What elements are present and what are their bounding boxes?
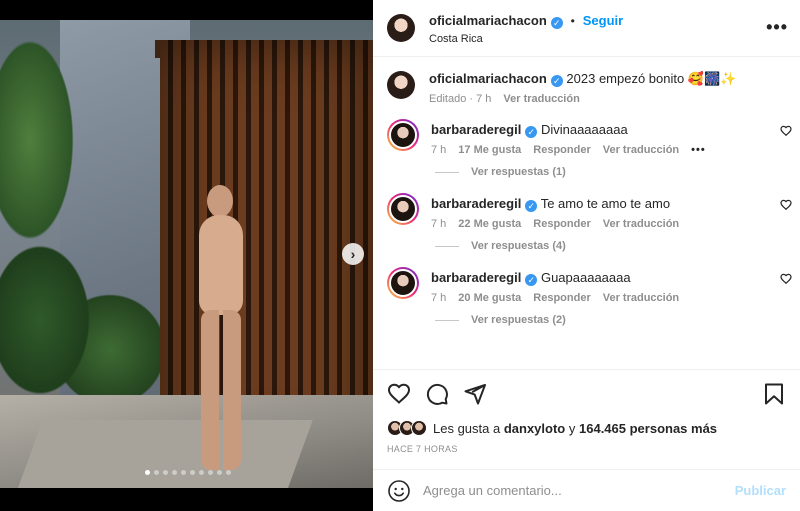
comments-section[interactable]: oficialmariachacon ✓ 2023 empezó bonito 🥰… [373, 57, 800, 369]
caption-username[interactable]: oficialmariachacon [429, 71, 547, 86]
reply-button[interactable]: Responder [533, 218, 590, 230]
liker-avatars [387, 420, 427, 436]
commenter-username[interactable]: barbaraderegil [431, 122, 521, 137]
follow-button[interactable]: Seguir [583, 13, 623, 28]
verified-badge-icon: ✓ [525, 126, 538, 138]
comment-thread: barbaraderegil ✓ Guapaaaaaaaa 7 h 20 Me g… [373, 267, 800, 326]
post-side-panel: oficialmariachacon ✓ • Seguir Costa Rica … [373, 0, 800, 511]
caption-author-avatar[interactable] [387, 71, 415, 99]
comment-likes[interactable]: 17 Me gusta [458, 144, 521, 156]
view-replies-button[interactable]: Ver respuestas (4) [373, 240, 800, 252]
comment-time[interactable]: 7 h [431, 218, 446, 230]
comment-translate-link[interactable]: Ver traducción [603, 292, 679, 304]
commenter-username[interactable]: barbaraderegil [431, 196, 521, 211]
comment-text: Te amo te amo te amo [540, 196, 671, 211]
comment-text: Divinaaaaaaaa [540, 122, 628, 137]
likes-connector: y [568, 420, 576, 436]
caption-edited-label: Editado [429, 93, 467, 105]
post-photo[interactable] [0, 20, 373, 488]
carousel-dot [154, 470, 159, 475]
photo-stone-slab [17, 420, 313, 488]
post-location[interactable]: Costa Rica [429, 33, 623, 45]
comment-item: barbaraderegil ✓ Guapaaaaaaaa 7 h 20 Me g… [373, 267, 800, 304]
carousel-dot [199, 470, 204, 475]
publish-button[interactable]: Publicar [735, 483, 786, 498]
smiley-icon[interactable] [387, 479, 411, 503]
view-replies-label: Ver respuestas (1) [471, 166, 566, 178]
comment-icon[interactable] [425, 382, 449, 406]
comment-thread: barbaraderegil ✓ Divinaaaaaaaa 7 h 17 Me … [373, 119, 800, 178]
reply-button[interactable]: Responder [533, 144, 590, 156]
chevron-right-icon: › [350, 246, 356, 262]
heart-icon[interactable] [387, 382, 411, 406]
comment-item: barbaraderegil ✓ Te amo te amo te amo 7 h… [373, 193, 800, 230]
comment-time[interactable]: 7 h [431, 292, 446, 304]
likes-others[interactable]: 164.465 personas más [579, 421, 717, 436]
reply-button[interactable]: Responder [533, 292, 590, 304]
replies-divider [435, 171, 459, 173]
carousel-dot [145, 470, 150, 475]
commenter-avatar[interactable] [387, 119, 419, 151]
commenter-avatar[interactable] [387, 193, 419, 225]
view-replies-label: Ver respuestas (2) [471, 314, 566, 326]
author-meta: oficialmariachacon ✓ • Seguir Costa Rica [429, 12, 623, 45]
view-replies-label: Ver respuestas (4) [471, 240, 566, 252]
commenter-avatar[interactable] [387, 267, 419, 299]
carousel-dot [172, 470, 177, 475]
post-timestamp[interactable]: HACE 7 HORAS [387, 444, 786, 454]
photo-person [185, 183, 265, 485]
comment-time[interactable]: 7 h [431, 144, 446, 156]
carousel-dot [217, 470, 222, 475]
verified-badge-icon: ✓ [525, 274, 538, 286]
likes-prefix: Les gusta a [433, 420, 501, 436]
carousel-dot [163, 470, 168, 475]
view-replies-button[interactable]: Ver respuestas (2) [373, 314, 800, 326]
comment-like-heart-icon[interactable] [780, 125, 792, 140]
likes-summary[interactable]: Les gusta a danxyloto y 164.465 personas… [387, 420, 786, 436]
separator-dot: • [570, 13, 575, 28]
comment-likes[interactable]: 20 Me gusta [458, 292, 521, 304]
comment-likes[interactable]: 22 Me gusta [458, 218, 521, 230]
author-avatar[interactable] [387, 14, 415, 42]
post-media: › [0, 0, 373, 511]
comment-translate-link[interactable]: Ver traducción [603, 144, 679, 156]
bookmark-icon[interactable] [762, 382, 786, 406]
verified-badge-icon: ✓ [550, 16, 563, 29]
commenter-username[interactable]: barbaraderegil [431, 270, 521, 285]
replies-divider [435, 245, 459, 247]
comment-input[interactable] [423, 483, 735, 498]
carousel-dot [208, 470, 213, 475]
verified-badge-icon: ✓ [550, 75, 563, 87]
comment-like-heart-icon[interactable] [780, 273, 792, 288]
more-horizontal-icon[interactable]: ••• [766, 17, 788, 38]
post-header: oficialmariachacon ✓ • Seguir Costa Rica … [373, 0, 800, 57]
replies-divider [435, 319, 459, 321]
add-comment-bar: Publicar [373, 469, 800, 511]
comment-translate-link[interactable]: Ver traducción [603, 218, 679, 230]
likes-user[interactable]: danxyloto [504, 421, 565, 436]
comment-thread: barbaraderegil ✓ Te amo te amo te amo 7 h… [373, 193, 800, 252]
carousel-next-button[interactable]: › [342, 243, 364, 265]
caption-translate-link[interactable]: Ver traducción [503, 93, 579, 105]
carousel-dot [190, 470, 195, 475]
caption-text: 2023 empezó bonito 🥰🎆✨ [566, 71, 737, 86]
view-replies-button[interactable]: Ver respuestas (1) [373, 166, 800, 178]
post-caption: oficialmariachacon ✓ 2023 empezó bonito 🥰… [373, 57, 800, 105]
author-username[interactable]: oficialmariachacon [429, 13, 547, 28]
post-actions: Les gusta a danxyloto y 164.465 personas… [373, 369, 800, 454]
caption-time[interactable]: 7 h [476, 93, 491, 105]
comment-options-icon[interactable]: ••• [691, 144, 706, 156]
carousel-dot [181, 470, 186, 475]
comment-item: barbaraderegil ✓ Divinaaaaaaaa 7 h 17 Me … [373, 119, 800, 156]
carousel-dot [226, 470, 231, 475]
comment-like-heart-icon[interactable] [780, 199, 792, 214]
carousel-indicator [145, 470, 231, 475]
paper-plane-icon[interactable] [463, 382, 487, 406]
verified-badge-icon: ✓ [525, 200, 538, 212]
comment-text: Guapaaaaaaaa [540, 270, 631, 285]
comment-list: barbaraderegil ✓ Divinaaaaaaaa 7 h 17 Me … [373, 119, 800, 326]
